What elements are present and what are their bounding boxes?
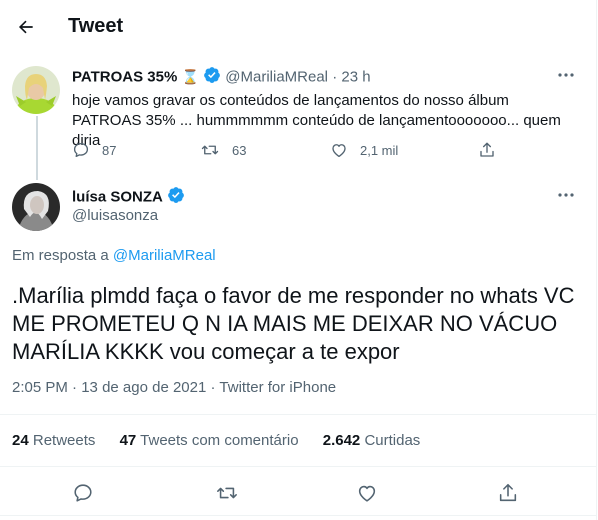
top-bar: Tweet: [0, 0, 597, 54]
retweets-count: 24: [12, 432, 29, 449]
more-icon[interactable]: [556, 66, 580, 84]
separator-dot: ·: [332, 68, 338, 86]
retweet-action[interactable]: 63: [200, 140, 246, 160]
verified-badge-icon: [203, 66, 221, 88]
parent-author-handle[interactable]: @MariliaMReal: [225, 69, 328, 86]
more-icon[interactable]: [556, 186, 580, 204]
reply-icon: [73, 142, 89, 158]
main-action-bar: [0, 478, 597, 506]
main-author-handle[interactable]: @luisasonza: [72, 207, 158, 224]
like-icon[interactable]: [356, 482, 378, 504]
reply-icon[interactable]: [72, 482, 94, 504]
main-tweet-text: .Marília plmdd faça o favor de me respon…: [12, 283, 575, 364]
divider: [0, 515, 597, 516]
parent-action-bar: 87 63 2,1 mil: [72, 140, 512, 160]
reply-count: 87: [102, 142, 117, 158]
reply-handle-link[interactable]: @MariliaMReal: [113, 247, 216, 264]
parent-avatar[interactable]: [12, 66, 60, 114]
verified-badge-icon: [167, 186, 185, 208]
retweet-icon[interactable]: [216, 482, 238, 504]
retweet-count: 63: [232, 142, 247, 158]
tweet-date[interactable]: 13 de ago de 2021: [81, 379, 206, 396]
like-action[interactable]: 2,1 mil: [330, 140, 398, 160]
thread-connector: [36, 116, 38, 180]
hourglass-icon: ⌛: [181, 68, 199, 85]
share-icon: [480, 142, 494, 157]
tweet-page: Tweet PATROAS 35% ⌛ @MariliaMReal · 23 h…: [0, 0, 597, 520]
page-title: Tweet: [68, 15, 124, 37]
reply-action[interactable]: 87: [72, 140, 116, 160]
main-author-row: luísa SONZA: [72, 186, 185, 208]
quotes-stat[interactable]: 47 Tweets com comentário: [120, 432, 299, 449]
main-author-name[interactable]: luísa SONZA: [72, 189, 163, 206]
reply-prefix: Em resposta a: [12, 247, 109, 264]
divider: [0, 466, 597, 467]
share-icon[interactable]: [497, 482, 519, 504]
parent-timestamp[interactable]: 23 h: [341, 69, 370, 86]
meta-dot: ·: [72, 379, 78, 396]
like-icon: [332, 144, 346, 158]
engagement-stats: 24 Retweets 47 Tweets com comentário 2.6…: [12, 432, 420, 449]
quotes-count: 47: [119, 432, 137, 449]
meta-dot: ·: [210, 379, 216, 396]
likes-label: Curtidas: [364, 432, 421, 449]
like-count: 2,1 mil: [360, 142, 399, 158]
main-avatar[interactable]: [12, 183, 60, 231]
retweet-icon: [201, 145, 219, 155]
parent-author-row: PATROAS 35% ⌛ @MariliaMReal · 23 h: [72, 66, 371, 88]
divider: [0, 414, 597, 415]
parent-author-name[interactable]: PATROAS 35%: [72, 69, 177, 86]
retweets-label: Retweets: [32, 432, 96, 449]
back-arrow-icon[interactable]: [13, 14, 39, 40]
quotes-label: Tweets com comentário: [140, 432, 299, 449]
likes-stat[interactable]: 2.642 Curtidas: [323, 432, 421, 449]
tweet-metadata: 2:05 PM · 13 de ago de 2021 · Twitter fo…: [12, 379, 336, 396]
reply-context: Em resposta a @MariliaMReal: [12, 247, 216, 264]
likes-count: 2.642: [322, 432, 361, 449]
tweet-time[interactable]: 2:05 PM: [12, 379, 68, 396]
retweets-stat[interactable]: 24 Retweets: [12, 432, 95, 449]
share-action[interactable]: [478, 140, 496, 160]
tweet-source[interactable]: Twitter for iPhone: [219, 379, 336, 396]
